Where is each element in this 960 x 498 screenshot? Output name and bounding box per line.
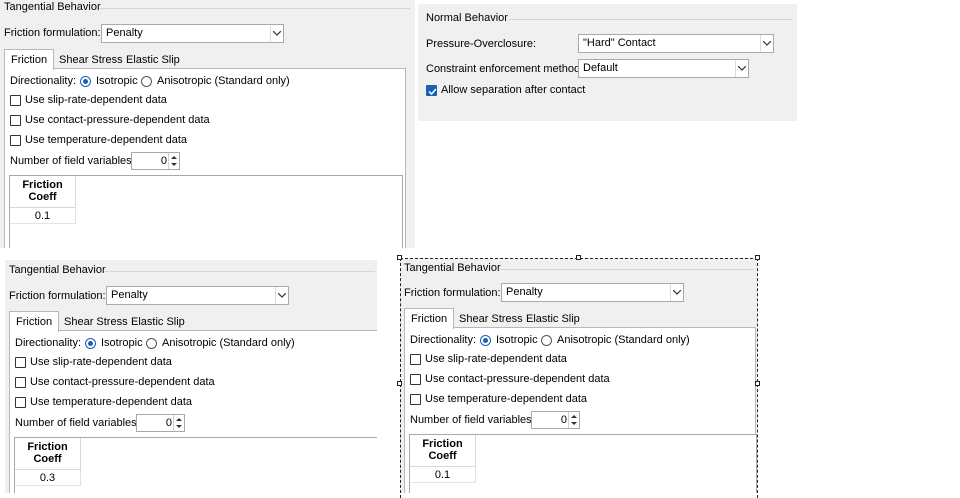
chevron-down-icon[interactable]	[270, 25, 283, 42]
spinner-value: 0	[160, 155, 167, 167]
contact-pressure-checkbox[interactable]	[15, 377, 26, 388]
header-line-2: Coeff	[33, 453, 62, 465]
spinner-arrows-icon[interactable]	[168, 153, 179, 169]
field-variables-spinner[interactable]: 0	[136, 414, 185, 432]
tab-friction[interactable]: Friction	[4, 49, 55, 70]
friction-formulation-label: Friction formulation:	[4, 27, 101, 39]
tab-friction[interactable]: Friction	[404, 308, 455, 329]
header-line-1: Friction	[27, 441, 68, 453]
combo-value: Penalty	[111, 289, 148, 301]
header-line-2: Coeff	[28, 191, 57, 203]
tab-elastic-slip[interactable]: Elastic Slip	[125, 313, 191, 331]
friction-table[interactable]: Friction Coeff 0.1	[9, 175, 403, 248]
temperature-checkbox[interactable]	[15, 397, 26, 408]
tab-shear-stress[interactable]: Shear Stress	[58, 313, 134, 331]
resize-handle-top-right[interactable]	[755, 255, 760, 260]
slip-rate-checkbox[interactable]	[10, 95, 21, 106]
allow-separation-label: Allow separation after contact	[441, 84, 586, 96]
resize-handle-top-middle[interactable]	[576, 255, 581, 260]
anisotropic-label: Anisotropic (Standard only)	[162, 337, 295, 349]
chevron-down-icon[interactable]	[275, 287, 288, 304]
allow-separation-checkbox[interactable]	[426, 85, 437, 96]
field-variables-spinner[interactable]: 0	[131, 152, 180, 170]
normal-behavior-panel: Normal Behavior Pressure-Overclosure: "H…	[418, 4, 797, 121]
friction-formulation-label: Friction formulation:	[9, 290, 106, 302]
spinner-arrows-icon[interactable]	[173, 415, 184, 431]
anisotropic-radio[interactable]	[141, 76, 152, 87]
spinner-value: 0	[165, 417, 172, 429]
tab-content: Directionality: Isotropic Anisotropic (S…	[4, 68, 406, 248]
group-title: Tangential Behavior	[9, 264, 106, 276]
group-divider	[100, 8, 410, 9]
selection-outline	[400, 258, 758, 498]
anisotropic-radio[interactable]	[146, 338, 157, 349]
field-variables-label: Number of field variables:	[15, 417, 140, 429]
slip-rate-label: Use slip-rate-dependent data	[25, 94, 167, 106]
tab-bar: Friction Shear Stress Elastic Slip	[4, 49, 404, 70]
resize-handle-middle-left[interactable]	[397, 381, 402, 386]
combo-value: Penalty	[106, 27, 143, 39]
pressure-overclosure-label: Pressure-Overclosure:	[426, 38, 537, 50]
group-title: Tangential Behavior	[4, 1, 101, 13]
friction-formulation-combo[interactable]: Penalty	[101, 24, 284, 43]
isotropic-radio[interactable]	[80, 76, 91, 87]
table-cell[interactable]: 0.1	[10, 208, 76, 224]
table-header: Friction Coeff	[15, 438, 81, 470]
temperature-label: Use temperature-dependent data	[25, 134, 188, 146]
field-variables-label: Number of field variables:	[10, 155, 135, 167]
contact-pressure-label: Use contact-pressure-dependent data	[30, 376, 215, 388]
header-line-1: Friction	[22, 179, 63, 191]
resize-handle-top-left[interactable]	[397, 255, 402, 260]
group-divider	[508, 19, 793, 20]
resize-handle-middle-right[interactable]	[755, 381, 760, 386]
tangential-behavior-panel-2: Tangential Behavior Friction formulation…	[5, 260, 377, 493]
constraint-enforcement-combo[interactable]: Default	[578, 59, 749, 78]
group-divider	[105, 271, 375, 272]
table-cell[interactable]: 0.3	[15, 470, 81, 486]
tab-bar: Friction Shear Stress Elastic Slip	[9, 311, 375, 332]
contact-pressure-label: Use contact-pressure-dependent data	[25, 114, 210, 126]
isotropic-label: Isotropic	[101, 337, 143, 349]
checkmark-icon	[428, 88, 437, 96]
temperature-checkbox[interactable]	[10, 135, 21, 146]
contact-pressure-checkbox[interactable]	[10, 115, 21, 126]
directionality-label: Directionality:	[15, 337, 82, 349]
temperature-label: Use temperature-dependent data	[30, 396, 193, 408]
tab-friction[interactable]: Friction	[9, 311, 60, 332]
combo-value: Default	[583, 62, 618, 74]
anisotropic-label: Anisotropic (Standard only)	[157, 75, 290, 87]
tangential-behavior-panel-1: Tangential Behavior Friction formulation…	[0, 0, 415, 248]
chevron-down-icon[interactable]	[760, 35, 773, 52]
friction-table[interactable]: Friction Coeff 0.3	[14, 437, 377, 493]
group-title: Normal Behavior	[426, 12, 508, 24]
isotropic-radio[interactable]	[85, 338, 96, 349]
tab-content: Directionality: Isotropic Anisotropic (S…	[9, 330, 377, 493]
tab-elastic-slip[interactable]: Elastic Slip	[120, 51, 186, 69]
combo-value: "Hard" Contact	[583, 37, 656, 49]
pressure-overclosure-combo[interactable]: "Hard" Contact	[578, 34, 774, 53]
isotropic-label: Isotropic	[96, 75, 138, 87]
table-header: Friction Coeff	[10, 176, 76, 208]
directionality-label: Directionality:	[10, 75, 77, 87]
constraint-enforcement-label: Constraint enforcement method:	[426, 63, 584, 75]
tab-shear-stress[interactable]: Shear Stress	[53, 51, 129, 69]
slip-rate-label: Use slip-rate-dependent data	[30, 356, 172, 368]
friction-formulation-combo[interactable]: Penalty	[106, 286, 289, 305]
slip-rate-checkbox[interactable]	[15, 357, 26, 368]
chevron-down-icon[interactable]	[735, 60, 748, 77]
